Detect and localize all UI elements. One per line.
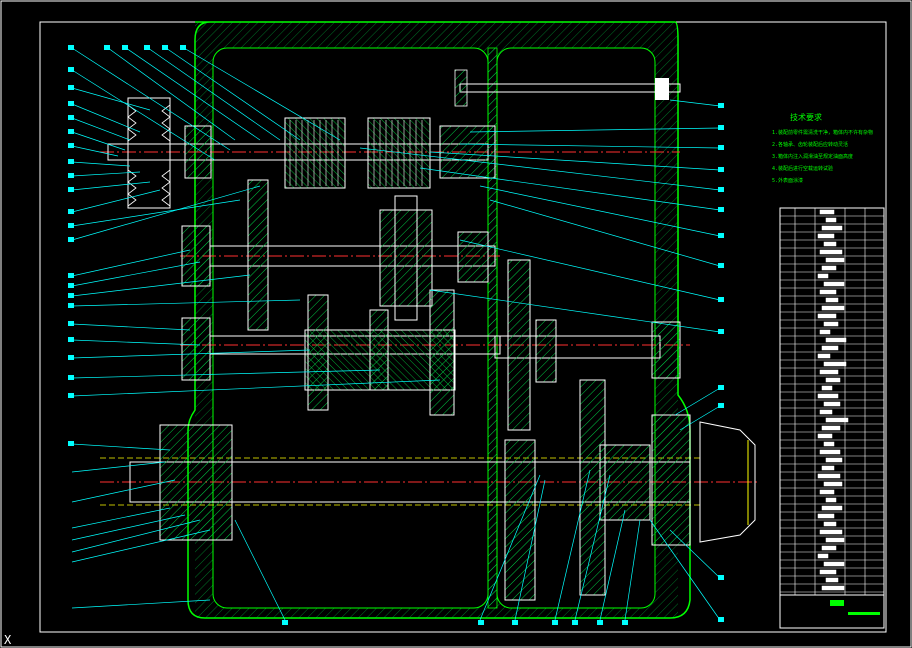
title-block bbox=[779, 594, 885, 629]
parts-list-cell-text bbox=[825, 577, 839, 583]
parts-list-cell-text bbox=[823, 481, 843, 487]
parts-list-cell-text bbox=[825, 217, 837, 223]
requirement-line-2: 2.各轴承、齿轮装配后应转动灵活 bbox=[772, 141, 848, 148]
parts-list-cell-text bbox=[821, 545, 837, 551]
requirements-title: 技术要求 bbox=[790, 112, 822, 122]
parts-list-cell-text bbox=[825, 457, 843, 463]
technical-requirements: 技术要求 1.装配前零件需清洗干净，箱体内不许有杂物 2.各轴承、齿轮装配后应转… bbox=[772, 112, 873, 184]
parts-list-cell-text bbox=[819, 569, 837, 575]
parts-list-cell-text bbox=[821, 425, 841, 431]
clutch-disc-pack-left bbox=[284, 117, 346, 189]
spindle-gear bbox=[504, 439, 536, 601]
parts-list-cell-text bbox=[817, 273, 829, 279]
parts-list-cell-text bbox=[821, 385, 833, 391]
parts-list-cell-text bbox=[821, 505, 843, 511]
parts-list-cell-text bbox=[825, 537, 845, 543]
callout-balloons-left bbox=[68, 45, 186, 446]
parts-list-cell-text bbox=[823, 521, 837, 527]
parts-list-cell-text bbox=[819, 209, 835, 215]
parts-list-cell-text bbox=[819, 249, 843, 255]
parts-list-cell-text bbox=[817, 433, 833, 439]
gearbox-assembly-drawing: 技术要求 1.装配前零件需清洗干净，箱体内不许有杂物 2.各轴承、齿轮装配后应转… bbox=[0, 0, 912, 648]
parts-list-cell-text bbox=[821, 225, 843, 231]
parts-list-cell-text bbox=[823, 321, 839, 327]
parts-list-cell-text bbox=[823, 241, 837, 247]
parts-list-cell-text bbox=[821, 345, 839, 351]
parts-list-cell-text bbox=[823, 441, 835, 447]
parts-list-cell-text bbox=[817, 233, 835, 239]
gear bbox=[247, 179, 269, 331]
parts-list-cell-text bbox=[825, 297, 839, 303]
parts-list-cell-text bbox=[823, 281, 845, 287]
parts-list-cell-text bbox=[817, 353, 831, 359]
requirement-line-4: 4.装配后进行空载运转试验 bbox=[772, 165, 833, 172]
v-belt-pulley bbox=[127, 97, 171, 209]
parts-list-cell-text bbox=[819, 369, 839, 375]
parts-list-cell-text bbox=[819, 449, 841, 455]
parts-list-table bbox=[779, 207, 885, 629]
requirement-line-3: 3.箱体内注入润滑油至规定油面高度 bbox=[772, 153, 853, 160]
clutch-disc-pack-right bbox=[367, 117, 431, 189]
parts-list-cell-text bbox=[817, 393, 839, 399]
parts-list-cell-text bbox=[819, 489, 835, 495]
parts-list-cell-text bbox=[817, 513, 835, 519]
parts-list-cell-text bbox=[821, 585, 845, 591]
parts-list-cell-text bbox=[819, 529, 843, 535]
parts-list-cell-text bbox=[823, 401, 841, 407]
parts-list-cell-text bbox=[819, 289, 837, 295]
parts-list-cell-text bbox=[817, 473, 841, 479]
parts-list-cell-text bbox=[821, 305, 845, 311]
requirement-line-1: 1.装配前零件需清洗干净，箱体内不许有杂物 bbox=[772, 129, 873, 136]
parts-list-cell-text bbox=[817, 313, 837, 319]
gear-cluster bbox=[379, 209, 433, 307]
parts-list-cell-text bbox=[825, 377, 841, 383]
spindle-large-gear bbox=[579, 379, 606, 596]
requirement-line-5: 5.外表面涂漆 bbox=[772, 177, 803, 184]
ucs-icon: X bbox=[4, 633, 12, 647]
parts-list-cell-text bbox=[825, 497, 837, 503]
parts-list-cell-text bbox=[821, 465, 835, 471]
parts-list-cell-text bbox=[819, 329, 831, 335]
parts-list-cell-text bbox=[823, 361, 847, 367]
parts-list-cell-text bbox=[823, 561, 845, 567]
parts-list-cell-text bbox=[817, 553, 829, 559]
parts-list-cell-text bbox=[825, 257, 845, 263]
parts-list-cell-text bbox=[825, 337, 847, 343]
parts-list-cell-text bbox=[819, 409, 833, 415]
parts-list-cell-text bbox=[821, 265, 837, 271]
